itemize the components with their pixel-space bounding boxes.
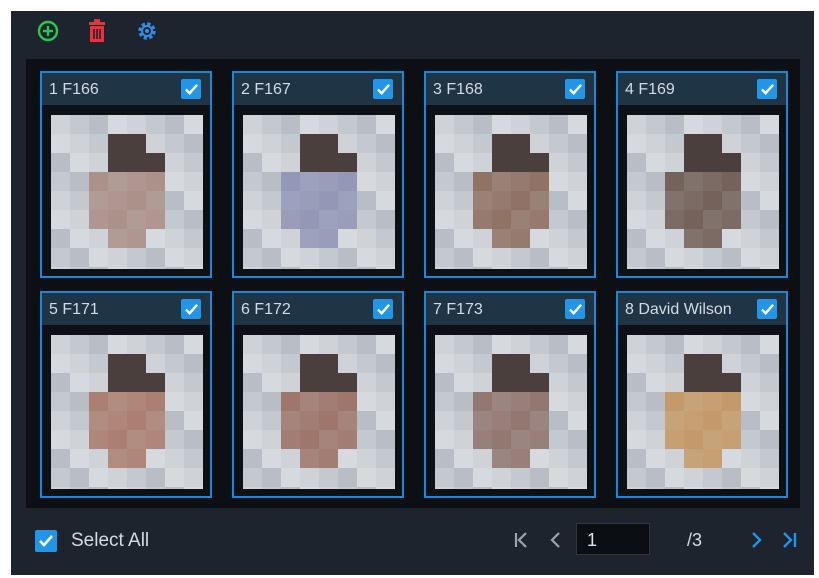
footer-bar: Select All 1 /3 <box>11 509 814 573</box>
face-image <box>51 115 203 269</box>
face-label: 5 F171 <box>49 301 99 318</box>
face-thumbnail <box>435 115 587 269</box>
face-card-header: 1 F166 <box>42 73 210 105</box>
first-page-button[interactable] <box>511 527 533 553</box>
face-thumbnail <box>435 335 587 489</box>
face-label: 6 F172 <box>241 301 291 318</box>
face-label: 4 F169 <box>625 81 675 98</box>
face-select-checkbox[interactable] <box>757 79 777 99</box>
next-page-button[interactable] <box>745 527 767 553</box>
check-icon <box>39 535 53 547</box>
check-icon <box>376 83 390 95</box>
face-card[interactable]: 3 F168 <box>424 71 596 278</box>
face-thumbnail <box>627 115 779 269</box>
check-icon <box>568 303 582 315</box>
face-label: 8 David Wilson <box>625 301 732 318</box>
face-image <box>51 335 203 489</box>
face-card-header: 3 F168 <box>426 73 594 105</box>
page-number-value: 1 <box>587 530 598 550</box>
delete-button[interactable] <box>85 19 109 43</box>
face-thumbnail <box>243 115 395 269</box>
face-card[interactable]: 4 F169 <box>616 71 788 278</box>
page-number-input[interactable]: 1 <box>576 523 650 555</box>
trash-icon <box>89 19 105 42</box>
face-image <box>435 335 587 489</box>
gear-icon <box>138 22 156 40</box>
check-icon <box>184 303 198 315</box>
face-label: 2 F167 <box>241 81 291 98</box>
face-card-header: 5 F171 <box>42 293 210 325</box>
check-icon <box>376 303 390 315</box>
face-card-header: 4 F169 <box>618 73 786 105</box>
chevron-right-icon <box>752 532 762 548</box>
settings-button[interactable] <box>135 19 159 43</box>
chevron-left-icon <box>550 532 560 548</box>
add-button[interactable] <box>36 19 60 43</box>
face-thumbnail <box>243 335 395 489</box>
add-icon <box>37 20 59 42</box>
face-image <box>435 115 587 269</box>
face-card[interactable]: 1 F166 <box>40 71 212 278</box>
face-image <box>627 115 779 269</box>
toolbar <box>11 11 814 57</box>
face-label: 3 F168 <box>433 81 483 98</box>
select-all-checkbox[interactable] <box>35 530 57 552</box>
face-card-header: 6 F172 <box>234 293 402 325</box>
face-select-checkbox[interactable] <box>757 299 777 319</box>
face-label: 1 F166 <box>49 81 99 98</box>
page-total: /3 <box>687 530 703 550</box>
face-card-header: 8 David Wilson <box>618 293 786 325</box>
face-select-checkbox[interactable] <box>373 79 393 99</box>
face-card[interactable]: 5 F171 <box>40 291 212 498</box>
face-card[interactable]: 6 F172 <box>232 291 404 498</box>
face-grid: 1 F166 2 F167 3 F168 4 F169 5 F171 6 F172 7 F1… <box>26 59 800 508</box>
face-image <box>243 335 395 489</box>
face-card[interactable]: 8 David Wilson <box>616 291 788 498</box>
face-thumbnail <box>51 115 203 269</box>
select-all-label: Select All <box>71 530 150 551</box>
first-page-icon <box>514 532 527 548</box>
face-thumbnail <box>51 335 203 489</box>
last-page-button[interactable] <box>778 527 800 553</box>
check-icon <box>184 83 198 95</box>
face-select-checkbox[interactable] <box>565 299 585 319</box>
face-select-checkbox[interactable] <box>373 299 393 319</box>
face-card-header: 2 F167 <box>234 73 402 105</box>
face-card[interactable]: 7 F173 <box>424 291 596 498</box>
check-icon <box>568 83 582 95</box>
face-select-checkbox[interactable] <box>565 79 585 99</box>
face-select-checkbox[interactable] <box>181 79 201 99</box>
face-thumbnail <box>627 335 779 489</box>
prev-page-button[interactable] <box>545 527 567 553</box>
face-card-header: 7 F173 <box>426 293 594 325</box>
face-select-checkbox[interactable] <box>181 299 201 319</box>
face-label: 7 F173 <box>433 301 483 318</box>
face-card[interactable]: 2 F167 <box>232 71 404 278</box>
check-icon <box>760 83 774 95</box>
face-database-panel: 1 F166 2 F167 3 F168 4 F169 5 F171 6 F172 7 F1… <box>11 11 814 575</box>
check-icon <box>760 303 774 315</box>
face-image <box>243 115 395 269</box>
face-image <box>627 335 779 489</box>
last-page-icon <box>783 532 797 548</box>
